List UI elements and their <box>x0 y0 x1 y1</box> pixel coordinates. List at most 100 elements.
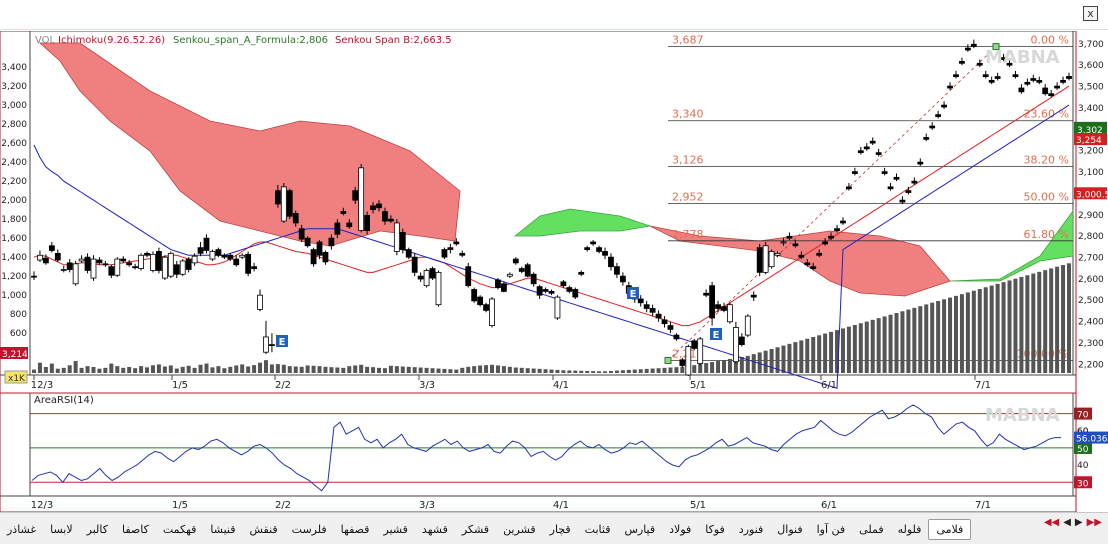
legend-span-a: Senkou_span_A_Formula:2,806 <box>173 35 328 46</box>
symbol-tab[interactable]: فملی <box>852 520 890 539</box>
volume-bar <box>763 350 768 373</box>
candle-body <box>310 249 317 265</box>
y-tick-right: 3,700 <box>1078 40 1104 50</box>
symbol-tab[interactable]: فن آوا <box>810 520 853 539</box>
candle-body <box>114 258 121 276</box>
volume-bar <box>1007 280 1012 373</box>
symbol-tab[interactable]: قشهد <box>415 520 455 539</box>
candle-body <box>459 252 466 256</box>
price-tag-label: 3,000.5 <box>1076 190 1108 200</box>
candle-body <box>697 338 704 364</box>
symbol-tab[interactable]: قچار <box>543 520 578 539</box>
scroll-first-icon[interactable]: ◀◀ <box>1044 517 1059 528</box>
candle-body <box>524 264 531 277</box>
volume-bar <box>269 364 274 373</box>
close-button[interactable]: x <box>1083 6 1098 21</box>
candle-body <box>542 289 549 292</box>
candle-body <box>269 344 275 346</box>
event-marker-label: E <box>713 330 720 341</box>
fib-price-label: 3,340 <box>672 108 704 121</box>
rsi-watermark: MABNA <box>985 405 1060 426</box>
scroll-right-icon[interactable]: ▶ <box>1075 517 1083 528</box>
candle-body <box>221 254 228 258</box>
volume-bar <box>139 366 144 373</box>
x-tick-label: 5/1 <box>690 380 706 391</box>
symbol-tab[interactable]: قنیشا <box>203 520 242 539</box>
candle-body <box>1060 80 1066 83</box>
symbol-tab[interactable]: قشیر <box>376 520 414 539</box>
candle-body <box>578 271 585 275</box>
symbol-tab[interactable]: کالبر <box>80 520 115 539</box>
candle-body <box>834 228 840 231</box>
volume-bar <box>918 306 923 373</box>
volume-bar <box>216 366 221 373</box>
symbol-tab[interactable]: قهکمت <box>156 520 204 539</box>
symbol-tab[interactable]: قنقش <box>242 520 284 539</box>
candle-body <box>108 266 115 276</box>
candle-body <box>786 235 793 239</box>
volume-bar <box>823 333 828 373</box>
candle-body <box>1024 81 1031 85</box>
candle-body <box>804 262 811 266</box>
volume-bar <box>1061 265 1066 373</box>
y-tick-right: 3,600 <box>1078 61 1104 71</box>
volume-bar <box>977 289 982 373</box>
volume-bar <box>174 368 179 373</box>
volume-bar <box>888 314 893 373</box>
candle-body <box>233 258 240 266</box>
symbol-tab[interactable]: قشرین <box>496 520 543 539</box>
volume-bar <box>382 368 387 373</box>
symbol-tab[interactable]: فنوال <box>770 520 809 539</box>
candle-body <box>959 61 965 64</box>
candle-body <box>816 252 823 256</box>
symbol-tab[interactable]: فولاد <box>662 520 698 539</box>
volume-bar <box>359 364 364 373</box>
watermark-logo: MABNA <box>985 47 1060 68</box>
volume-bar <box>513 367 518 373</box>
volume-bar <box>531 368 536 373</box>
candle-body <box>292 213 299 224</box>
candle-body <box>156 251 162 271</box>
candle-body <box>602 251 608 256</box>
symbol-tab[interactable]: غشاذر <box>0 520 43 539</box>
scroll-left-icon[interactable]: ◀ <box>1063 517 1071 528</box>
candle-body <box>399 232 406 250</box>
volume-bar <box>936 301 941 373</box>
symbol-tab[interactable]: کاصفا <box>115 520 156 539</box>
volume-bar <box>906 309 911 373</box>
candle-body <box>453 241 460 245</box>
symbol-tab[interactable]: فلامی <box>928 518 972 540</box>
candle-body <box>132 266 139 269</box>
volume-bar <box>787 343 792 373</box>
symbol-tab[interactable]: قپارس <box>617 520 662 539</box>
candle-body <box>78 258 85 262</box>
volume-bar <box>1019 277 1024 373</box>
symbol-tab[interactable]: فوکا <box>698 520 732 539</box>
scroll-last-icon[interactable]: ▶▶ <box>1087 517 1102 528</box>
candle-body <box>429 268 436 279</box>
price-chart-panel[interactable]: 4006008001,0001,2001,4001,6001,8002,0002… <box>0 30 1108 394</box>
volume-bar <box>311 365 316 373</box>
volume-bar <box>781 345 786 373</box>
volume-bar <box>305 365 310 373</box>
symbol-tab-bar: فلامی فلوله فملی فن آوا فنوال فنورد فوکا فولاد ق… <box>0 512 1108 544</box>
symbol-tab[interactable]: فلوله <box>891 520 929 539</box>
symbol-tab[interactable]: قشکر <box>455 520 496 539</box>
symbol-tab[interactable]: فنورد <box>732 520 770 539</box>
symbol-tab[interactable]: لابسا <box>43 520 80 539</box>
volume-bar <box>567 370 572 373</box>
volume-bar <box>430 368 435 373</box>
volume-bar <box>710 362 715 373</box>
symbol-tab[interactable]: قثابت <box>578 520 618 539</box>
candle-body <box>54 252 61 261</box>
volume-bar <box>97 368 102 373</box>
volume-bar <box>668 367 673 373</box>
volume-bar <box>210 367 215 373</box>
volume-bar <box>371 367 376 373</box>
candle-body <box>173 264 180 275</box>
rsi-chart-panel[interactable]: 70503040606056.036AreaRSI(14)MABNA12/31/… <box>0 392 1108 513</box>
symbol-tab[interactable]: قصفها <box>334 520 377 539</box>
candle-body <box>851 171 858 174</box>
candle-body <box>411 256 418 273</box>
symbol-tab[interactable]: فلرست <box>285 520 334 539</box>
